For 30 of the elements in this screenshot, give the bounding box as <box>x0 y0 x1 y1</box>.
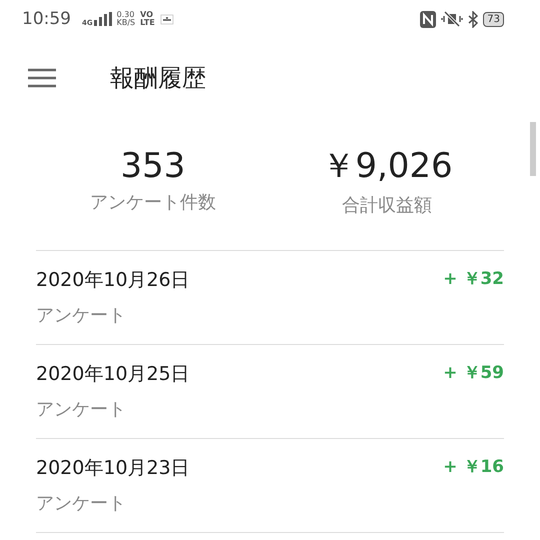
reward-amount: + ￥16 <box>443 456 504 478</box>
nfc-icon <box>420 10 436 28</box>
scrollbar <box>530 122 536 176</box>
history-date: 2020年10月25日 <box>36 362 190 387</box>
stat-label: アンケート件数 <box>90 191 216 214</box>
reward-amount: + ￥59 <box>443 362 504 384</box>
battery-level: 73 <box>487 14 500 24</box>
history-item[interactable]: 2020年10月26日 アンケート + ￥32 <box>36 251 504 345</box>
history-item[interactable]: 2020年10月25日 アンケート + ￥59 <box>36 345 504 439</box>
history-type: アンケート <box>36 492 127 515</box>
history-item[interactable]: 2020年10月23日 アンケート + ￥16 <box>36 439 504 533</box>
page-title: 報酬履歴 <box>110 63 206 94</box>
reward-amount: + ￥32 <box>443 268 504 290</box>
notification-icon <box>160 13 174 25</box>
history-type: アンケート <box>36 398 127 421</box>
speed-value: 0.30 <box>116 11 136 19</box>
menu-icon[interactable] <box>28 68 56 88</box>
stat-value: 353 <box>120 146 186 186</box>
vibrate-off-icon <box>441 11 464 27</box>
lte-label: LTE <box>140 19 155 27</box>
stat-label: 合計収益額 <box>342 194 432 217</box>
bluetooth-icon <box>468 10 478 28</box>
history-date: 2020年10月23日 <box>36 456 190 481</box>
history-date: 2020年10月26日 <box>36 268 190 293</box>
speed-unit: KB/S <box>116 19 136 27</box>
volte-label: VO <box>140 11 154 19</box>
clock-time: 10:59 <box>22 9 71 29</box>
signal-icon <box>94 12 112 26</box>
stat-value: ￥9,026 <box>321 145 453 188</box>
history-type: アンケート <box>36 304 127 327</box>
